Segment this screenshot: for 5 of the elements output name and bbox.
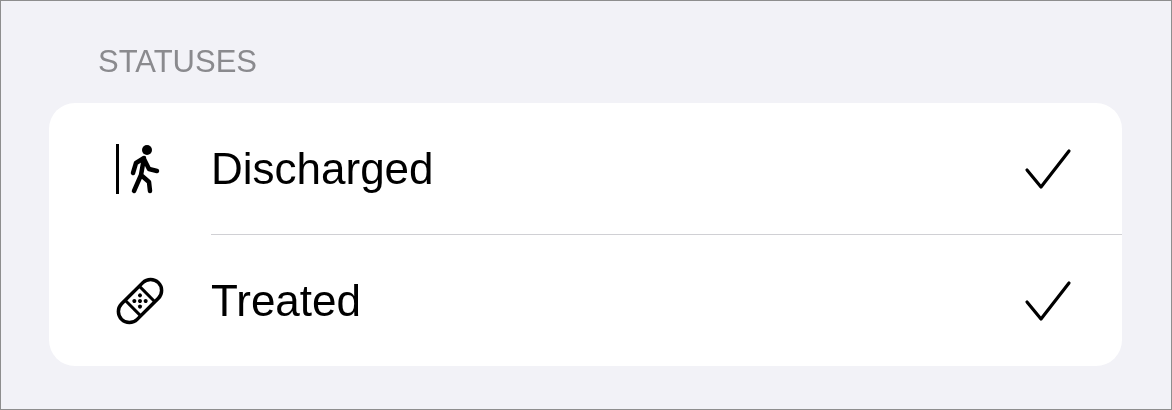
status-row[interactable]: Treated (211, 234, 1122, 366)
status-label: Discharged (211, 143, 435, 194)
status-row[interactable]: Discharged (49, 103, 1122, 234)
status-label: Treated (211, 275, 362, 326)
section-header: STATUSES (97, 43, 259, 81)
